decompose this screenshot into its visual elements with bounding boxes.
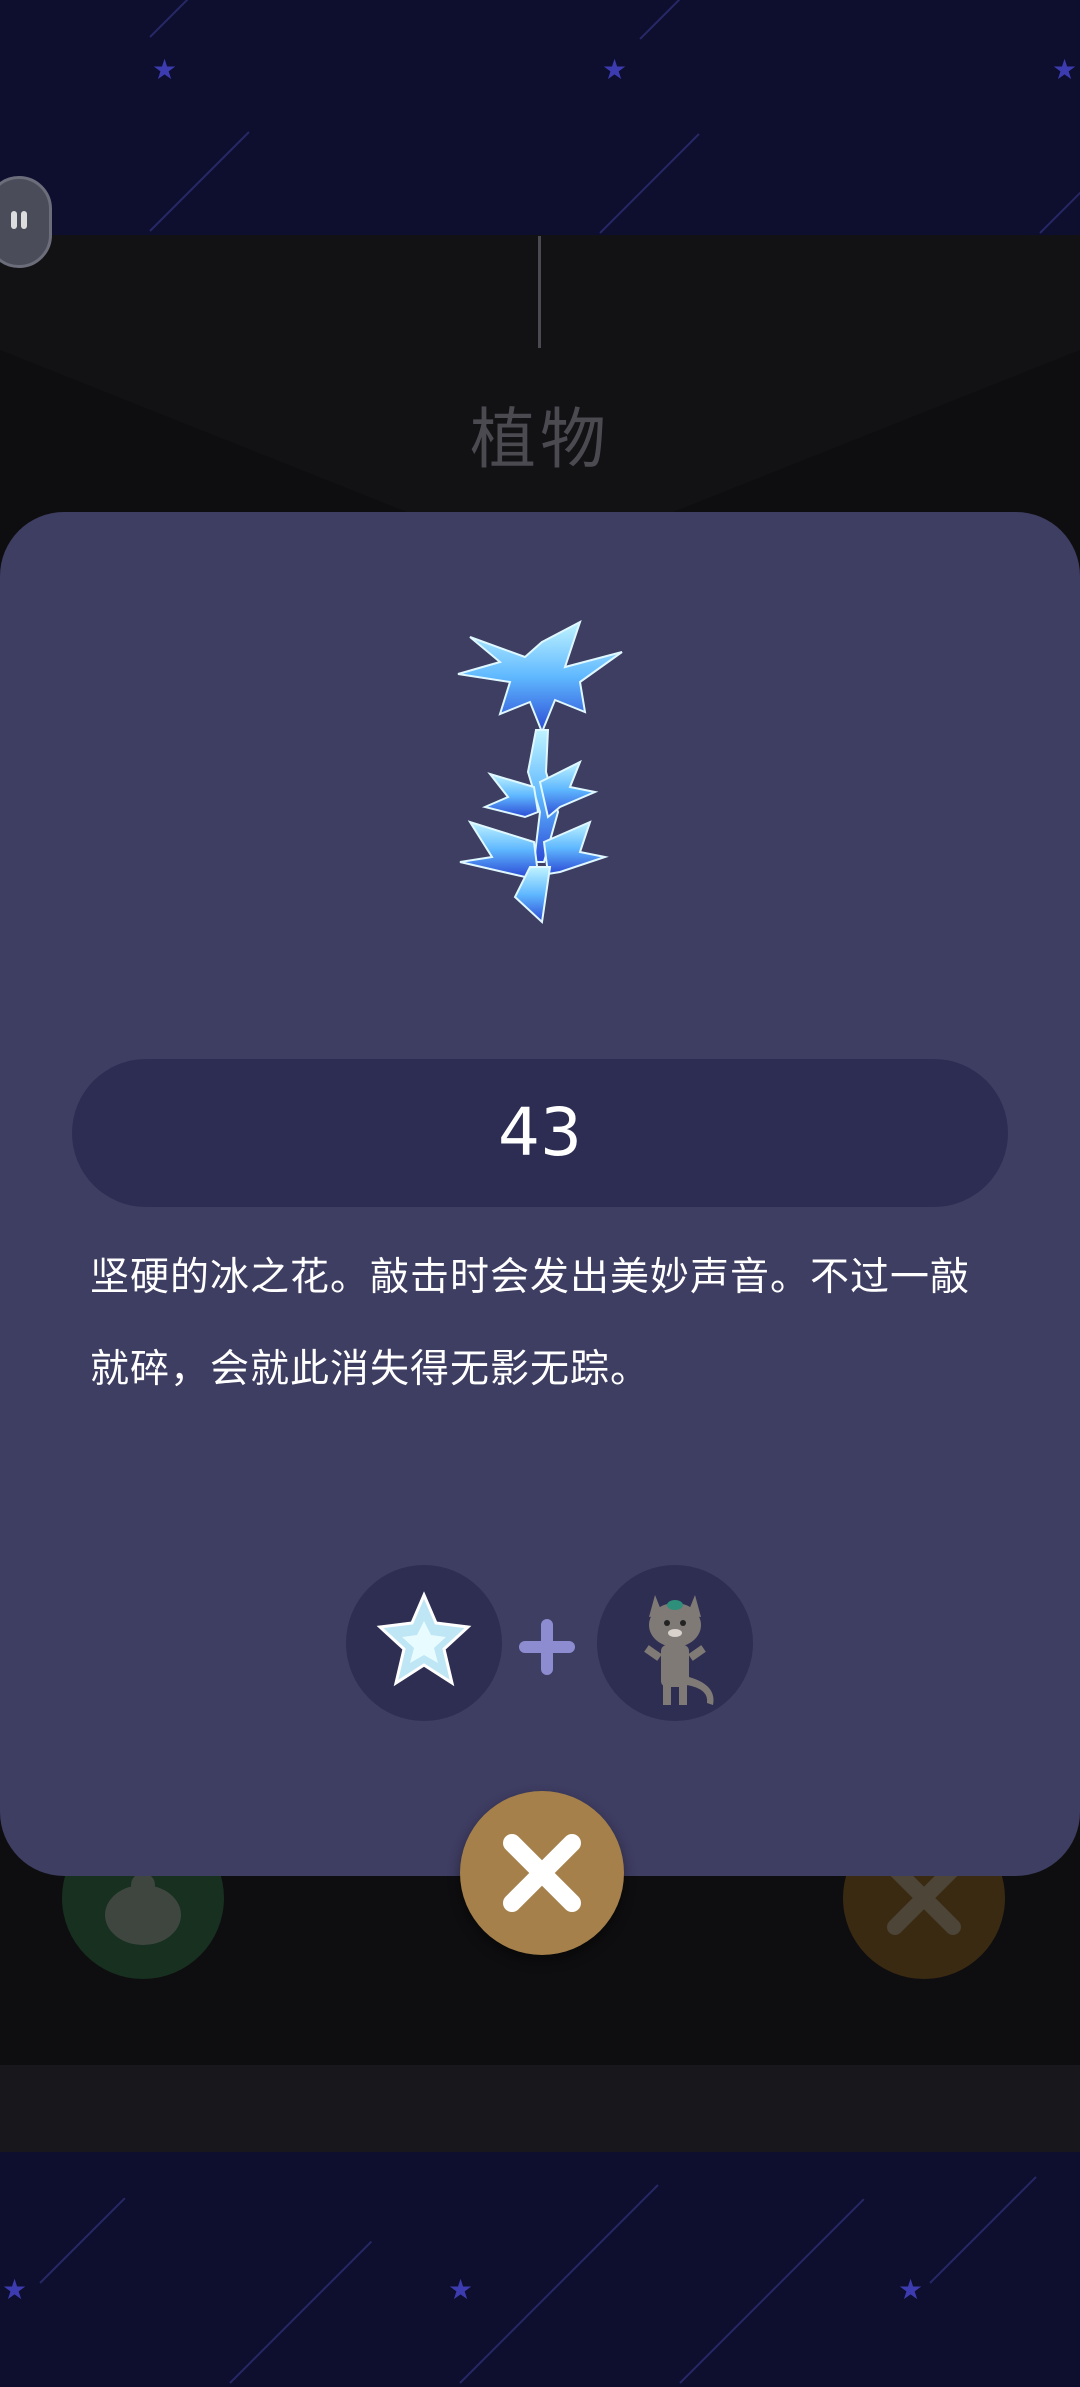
star-icon: ★	[1052, 53, 1078, 86]
plus-icon	[519, 1619, 575, 1675]
starfield-top: ★ ★ ★	[0, 0, 1080, 235]
pause-button[interactable]	[0, 176, 52, 268]
starfield-bottom: ★ ★ ★	[0, 2152, 1080, 2387]
star-icon: ★	[152, 53, 178, 86]
star-icon: ★	[2, 2273, 28, 2306]
close-icon	[503, 1834, 581, 1912]
divider-line	[538, 236, 541, 348]
item-description: 坚硬的冰之花。敲击时会发出美妙声音。不过一敲就碎，会就此消失得无影无踪。	[90, 1255, 971, 1392]
star-icon: ★	[602, 53, 628, 86]
item-detail-dialog: 43 坚硬的冰之花。敲击时会发出美妙声音。不过一敲就碎，会就此消失得无影无踪。	[0, 512, 1080, 1876]
star-icon: ★	[898, 2273, 924, 2306]
item-count-pill: 43	[72, 1059, 1008, 1207]
category-title: 植物	[470, 401, 610, 478]
recipe-ingredient-2[interactable]	[597, 1565, 753, 1721]
ice-flower-icon	[430, 612, 650, 942]
recipe-ingredient-1[interactable]	[346, 1565, 502, 1721]
snowflake-flower-icon	[376, 1591, 472, 1687]
star-icon: ★	[448, 2273, 474, 2306]
bottom-band	[0, 2065, 1080, 2152]
cat-character-icon	[644, 1595, 714, 1705]
item-count: 43	[498, 1094, 582, 1171]
close-button[interactable]	[460, 1791, 624, 1955]
